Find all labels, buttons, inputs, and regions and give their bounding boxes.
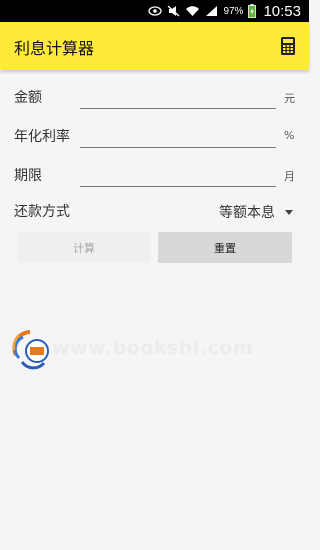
status-bar-icons: 97% 10:53 bbox=[148, 0, 301, 22]
status-bar: 97% 10:53 bbox=[0, 0, 309, 22]
calculator-icon[interactable] bbox=[277, 34, 299, 58]
repayment-label: 还款方式 bbox=[14, 204, 70, 220]
watermark-logo-icon bbox=[12, 330, 49, 370]
amount-input[interactable] bbox=[80, 86, 276, 109]
app-title: 利息计算器 bbox=[14, 39, 95, 58]
signal-icon bbox=[205, 5, 218, 17]
term-label: 期限 bbox=[14, 168, 42, 184]
amount-unit: 元 bbox=[284, 92, 295, 105]
reset-button[interactable]: 重置 bbox=[158, 232, 292, 263]
repayment-selected: 等额本息 bbox=[219, 205, 275, 221]
term-unit: 月 bbox=[284, 170, 295, 183]
calculate-button[interactable]: 计算 bbox=[17, 232, 151, 263]
rate-input[interactable] bbox=[80, 125, 276, 148]
mute-icon bbox=[167, 5, 180, 17]
clock: 10:53 bbox=[263, 2, 301, 20]
rate-unit: % bbox=[284, 129, 295, 142]
battery-charging-icon bbox=[248, 4, 257, 18]
battery-percent: 97% bbox=[223, 5, 244, 17]
watermark: www.bookshi.com bbox=[10, 325, 270, 371]
term-input[interactable] bbox=[80, 164, 276, 187]
term-row: 期限 月 bbox=[0, 160, 309, 190]
watermark-url: www.bookshi.com bbox=[52, 337, 254, 359]
amount-label: 金额 bbox=[14, 90, 42, 106]
repayment-select[interactable]: 等额本息 bbox=[219, 200, 293, 224]
app-bar: 利息计算器 bbox=[0, 22, 309, 70]
dropdown-caret-icon bbox=[285, 209, 293, 215]
wifi-icon bbox=[185, 5, 200, 17]
rate-label: 年化利率 bbox=[14, 129, 70, 145]
rate-row: 年化利率 % bbox=[0, 121, 309, 151]
eye-icon bbox=[148, 6, 163, 16]
repayment-row: 还款方式 等额本息 bbox=[0, 196, 309, 226]
amount-row: 金额 元 bbox=[0, 82, 309, 112]
